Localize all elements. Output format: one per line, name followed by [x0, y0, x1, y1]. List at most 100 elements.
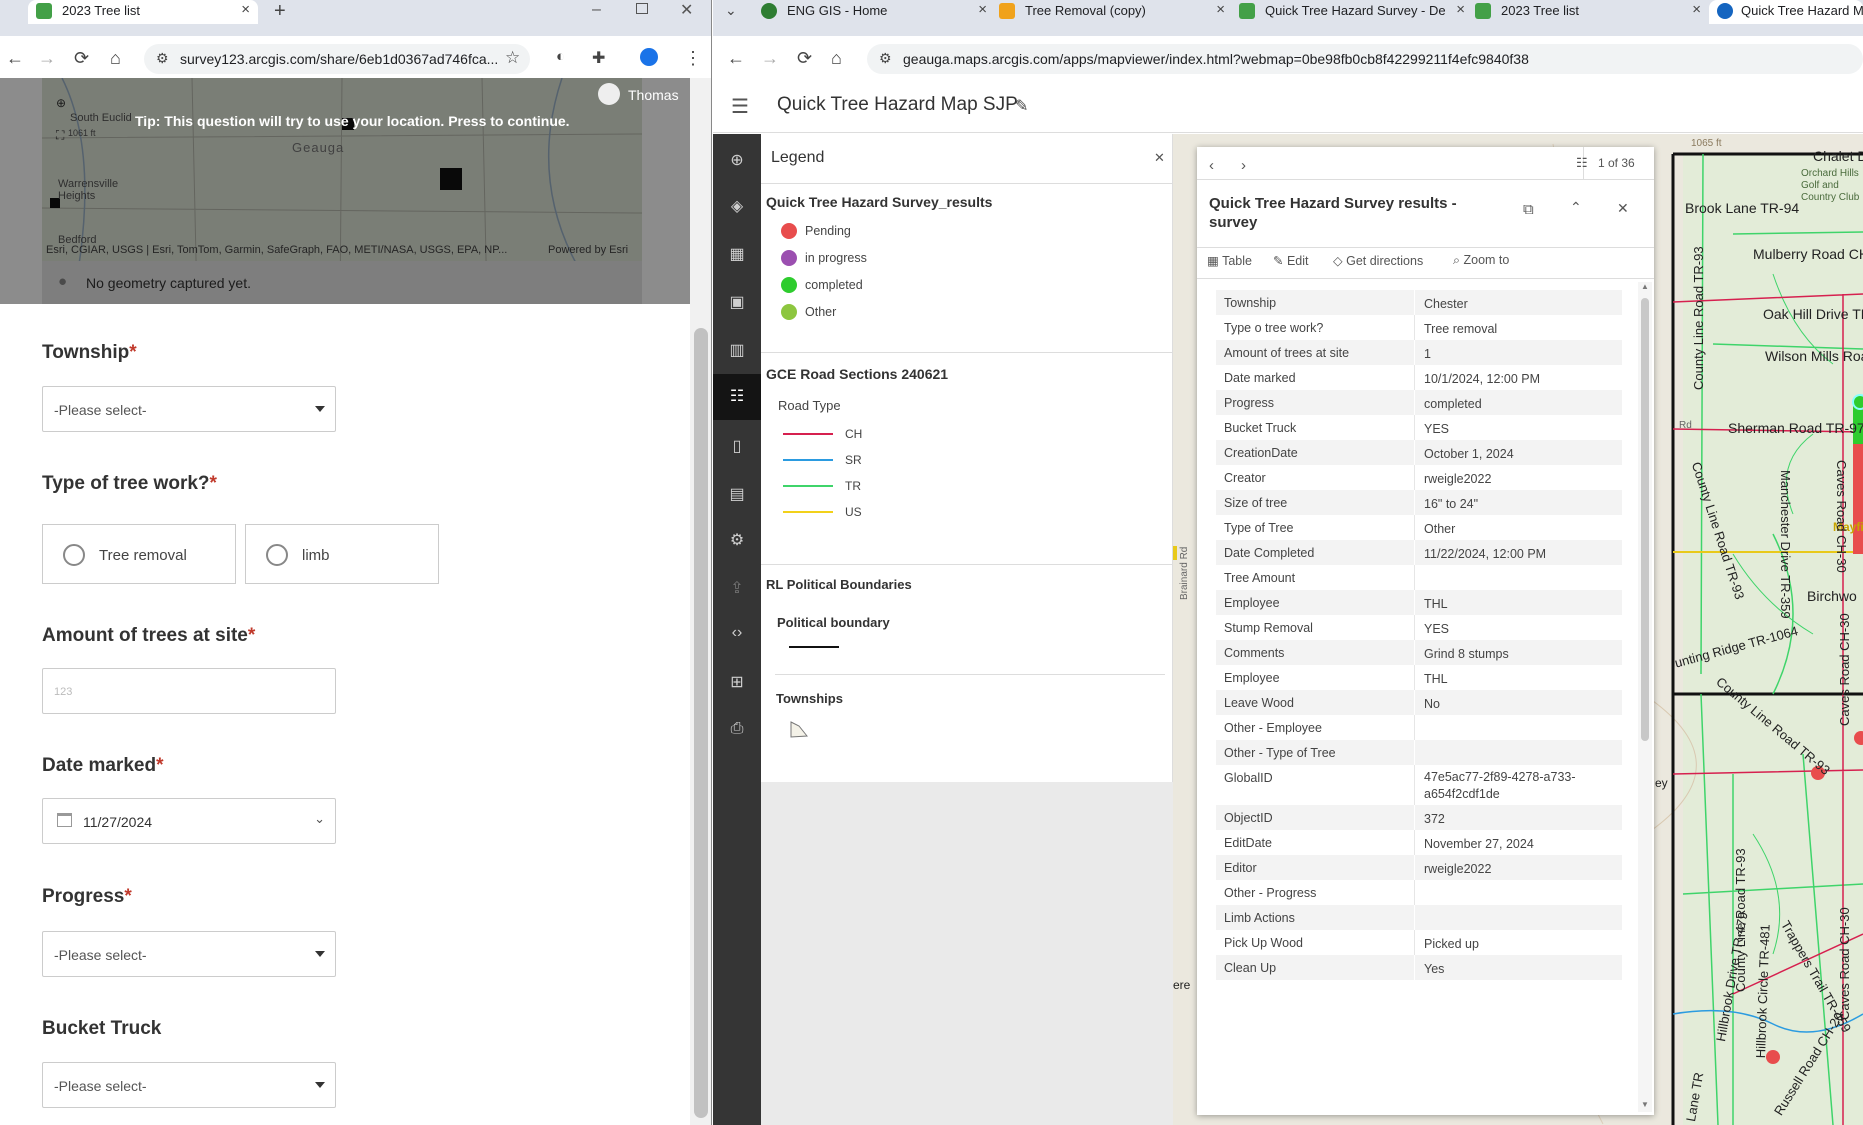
scroll-up-icon[interactable]: ▲ — [1641, 282, 1649, 291]
scrollbar-thumb[interactable] — [1641, 298, 1649, 741]
panel-empty-area — [761, 782, 1173, 1125]
reload-icon[interactable]: ⟳ — [797, 48, 812, 69]
attribute-key: Date marked — [1224, 371, 1296, 385]
attribute-row: Pick Up Wood Picked up — [1216, 930, 1622, 955]
back-icon[interactable]: ← — [6, 48, 24, 69]
tab-2023-tree-list[interactable]: 2023 Tree list × — [1475, 0, 1703, 24]
attribute-value: 1 — [1424, 347, 1431, 361]
apps-grid-icon[interactable]: ⊞ — [727, 672, 747, 692]
home-icon[interactable]: ⌂ — [831, 48, 842, 69]
next-feature-icon[interactable]: › — [1241, 157, 1246, 174]
site-info-icon[interactable]: ⚙ — [156, 50, 169, 67]
extension-icon[interactable]: ◐ — [556, 48, 565, 65]
amount-input[interactable]: 123 — [42, 668, 336, 714]
attribute-key: ObjectID — [1224, 811, 1273, 825]
radio-limb[interactable]: limb — [245, 524, 439, 584]
close-window-icon[interactable]: ✕ — [680, 0, 693, 20]
map-label: Wilson Mills Road C — [1765, 348, 1863, 364]
attribute-row: EditDate November 27, 2024 — [1216, 830, 1622, 855]
collapse-icon[interactable]: ⌃ — [1570, 199, 1582, 216]
dock-icon[interactable]: ⧉ — [1523, 201, 1534, 218]
print-icon[interactable]: ⎙ — [727, 720, 747, 740]
zoom-to-button[interactable]: ⌕ Zoom to — [1453, 253, 1509, 268]
bookmark-star-icon[interactable]: ☆ — [505, 48, 520, 68]
directions-button[interactable]: ◇ Get directions — [1333, 253, 1423, 268]
attribute-value: Tree removal — [1424, 322, 1498, 336]
attribute-value: THL — [1424, 597, 1448, 611]
completed-symbol — [781, 277, 797, 293]
feature-counter[interactable]: ☷ 1 of 36 — [1576, 147, 1654, 179]
user-name: Thomas — [628, 87, 679, 103]
bookmark-icon[interactable]: ▯ — [727, 436, 747, 456]
popup-close-icon[interactable]: ✕ — [1617, 200, 1629, 217]
maximize-icon[interactable] — [636, 3, 648, 14]
close-icon[interactable]: × — [1216, 1, 1225, 18]
popup-scrollbar[interactable]: ▲ ▼ — [1638, 282, 1652, 1112]
attribute-value: 372 — [1424, 812, 1445, 826]
legend-title: Legend — [771, 149, 825, 166]
new-tab-icon[interactable]: + — [274, 0, 286, 23]
layers-icon[interactable]: ◈ — [727, 196, 747, 216]
column-divider — [1414, 490, 1415, 515]
puzzle-icon[interactable]: ✚ — [592, 48, 605, 68]
radio-tree-removal[interactable]: Tree removal — [42, 524, 236, 584]
scrollbar-thumb[interactable] — [694, 328, 708, 1118]
attribute-key: Other - Progress — [1224, 886, 1317, 900]
tab-title: Quick Tree Hazard Survey - Des — [1265, 3, 1445, 18]
tables-icon[interactable]: ▦ — [727, 244, 747, 264]
share-icon[interactable]: ⇪ — [727, 578, 747, 598]
back-icon[interactable]: ← — [727, 48, 745, 69]
close-icon[interactable]: × — [241, 1, 250, 18]
attribute-value: October 1, 2024 — [1424, 447, 1514, 461]
sr-line-symbol — [783, 459, 833, 461]
url-omnibox[interactable]: ⚙ geauga.maps.arcgis.com/apps/mapviewer/… — [867, 44, 1863, 74]
settings-gear-icon[interactable]: ⚙ — [727, 530, 747, 550]
hamburger-menu-icon[interactable]: ☰ — [731, 94, 749, 119]
tab-quick-tree-hazard-survey[interactable]: Quick Tree Hazard Survey - Des × — [1239, 0, 1467, 24]
add-layer-icon[interactable]: ⊕ — [727, 150, 747, 170]
map-properties-icon[interactable]: ▤ — [727, 484, 747, 504]
forward-icon[interactable]: → — [38, 48, 56, 69]
legend-item-label: US — [845, 505, 862, 519]
legend-rail-active[interactable]: ☷ — [713, 374, 761, 420]
legend-sub-title: Political boundary — [777, 615, 890, 630]
vertical-scrollbar[interactable] — [690, 78, 711, 1125]
edit-pencil-icon[interactable]: ✎ — [1015, 96, 1028, 116]
minimize-icon[interactable]: – — [592, 1, 601, 19]
home-icon[interactable]: ⌂ — [110, 48, 121, 69]
menu-kebab-icon[interactable]: ⋮ — [684, 48, 702, 69]
attribute-row: Employee THL — [1216, 590, 1622, 615]
close-icon[interactable]: × — [978, 1, 987, 18]
tab-2023-tree-list[interactable]: 2023 Tree list × — [28, 0, 258, 24]
tab-eng-gis-home[interactable]: ENG GIS - Home × — [761, 0, 989, 24]
tab-search-icon[interactable]: ⌄ — [725, 2, 737, 19]
basemap-icon[interactable]: ▣ — [727, 292, 747, 312]
forward-icon[interactable]: → — [761, 48, 779, 69]
attribute-key: Tree Amount — [1224, 571, 1296, 585]
location-tip[interactable]: Tip: This question will try to use your … — [135, 113, 570, 129]
legend-close-icon[interactable]: ✕ — [1154, 150, 1165, 166]
previous-feature-icon[interactable]: ‹ — [1209, 157, 1214, 174]
bucket-truck-select[interactable]: -Please select- — [42, 1062, 336, 1108]
profile-icon[interactable] — [640, 48, 658, 66]
url-omnibox[interactable]: ⚙ survey123.arcgis.com/share/6eb1d0367ad… — [144, 44, 530, 74]
date-marked-picker[interactable]: 11/27/2024 ⌄ — [42, 798, 336, 844]
progress-select[interactable]: -Please select- — [42, 931, 336, 977]
close-icon[interactable]: × — [1456, 1, 1465, 18]
map-label: 1065 ft — [1691, 138, 1722, 149]
site-info-icon[interactable]: ⚙ — [879, 50, 892, 67]
table-button[interactable]: ▦ Table — [1207, 253, 1252, 268]
reload-icon[interactable]: ⟳ — [74, 48, 89, 69]
tab-quick-tree-hazard-map[interactable]: Quick Tree Hazard Map — [1709, 0, 1863, 24]
edit-button[interactable]: ✎ Edit — [1273, 253, 1309, 268]
map-overlay-dim[interactable]: Tip: This question will try to use your … — [0, 78, 690, 304]
scroll-down-icon[interactable]: ▼ — [1641, 1100, 1649, 1109]
embed-code-icon[interactable]: ‹› — [727, 624, 747, 644]
close-icon[interactable]: × — [1692, 1, 1701, 18]
tab-tree-removal-copy[interactable]: Tree Removal (copy) × — [999, 0, 1227, 24]
legend-item-label: in progress — [805, 251, 867, 265]
progress-value: -Please select- — [54, 947, 147, 963]
township-select[interactable]: -Please select- — [42, 386, 336, 432]
charts-icon[interactable]: ▥ — [727, 340, 747, 360]
user-chip[interactable]: Thomas — [590, 80, 690, 106]
